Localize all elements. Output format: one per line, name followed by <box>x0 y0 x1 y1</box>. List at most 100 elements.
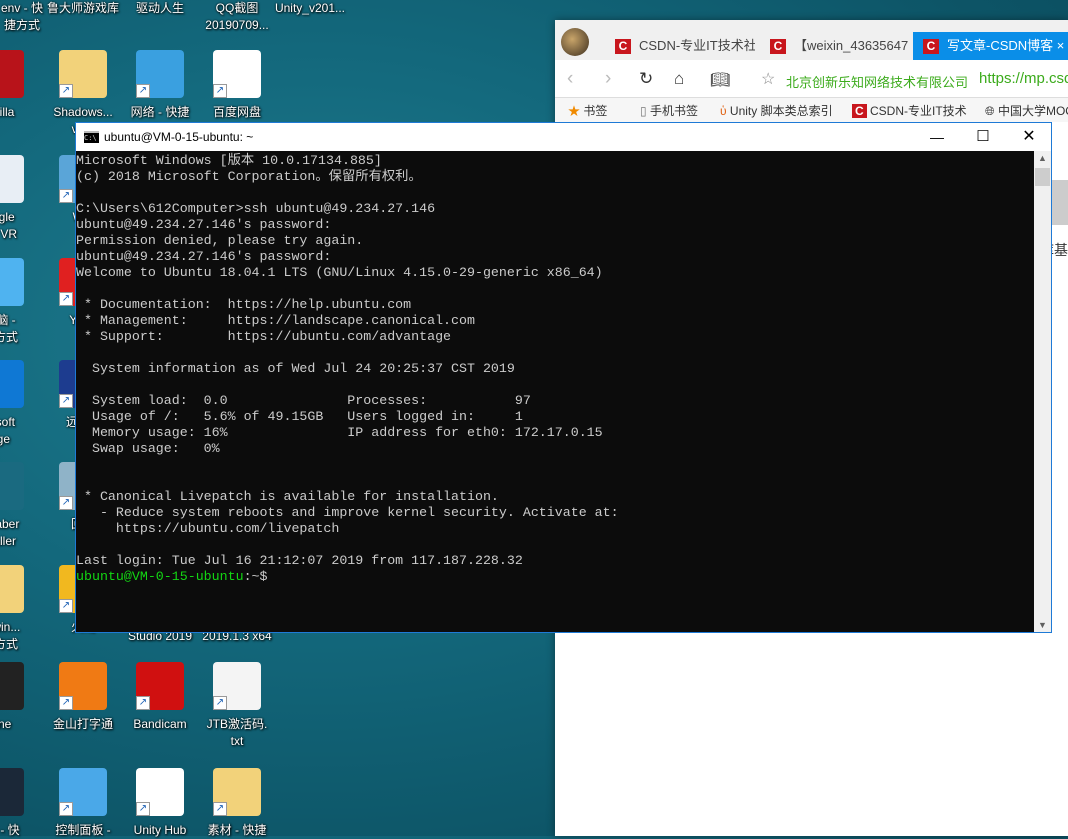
shortcut-arrow-icon: ↗ <box>59 84 73 98</box>
phone-icon: ▯ <box>640 104 647 118</box>
desktop-icon[interactable]: ↗ Bandicam <box>122 662 198 733</box>
folder-icon: ↗ <box>59 50 107 98</box>
bookmark-unity[interactable]: ὑ Unity 脚本类总索引 <box>720 102 833 119</box>
bookmark-folder[interactable]: ★ 书签 <box>568 102 607 119</box>
shortcut-arrow-icon: ↗ <box>59 496 73 510</box>
edge-icon <box>0 360 24 408</box>
tab-label: CSDN-专业IT技术社 <box>639 38 755 53</box>
desktop-icon[interactable]: ekwin... 捷方式 <box>0 565 38 653</box>
terminal-line: Last login: Tue Jul 16 21:12:07 2019 fro… <box>76 553 523 568</box>
desktop-icon-label: am - 快 <box>0 823 20 837</box>
bookmarks-bar: ★ 书签 ▯ 手机书签 ὑ Unity 脚本类总索引 C CSDN-专业IT技术… <box>555 98 1068 122</box>
desktop-icon-label[interactable]: QQ截图 20190709... <box>199 0 275 34</box>
cmd-icon: C:\ <box>84 131 99 143</box>
terminal-line: ubuntu@49.234.27.146's password: <box>76 249 332 264</box>
desktop-icon[interactable]: rosoft dge <box>0 360 38 448</box>
terminal-output[interactable]: Microsoft Windows [版本 10.0.17134.885] (c)… <box>76 151 1035 632</box>
filezilla-icon <box>0 50 24 98</box>
tab-close-button[interactable]: × <box>1057 38 1065 53</box>
page-side-panel <box>1052 180 1068 225</box>
terminal-line: System information as of Wed Jul 24 20:2… <box>76 361 515 376</box>
desktop-icon[interactable]: ↗ 网络 - 快捷 <box>122 50 198 121</box>
desktop-icon[interactable]: oogle rth VR <box>0 155 38 243</box>
user-avatar[interactable] <box>561 28 589 56</box>
control-panel-icon: ↗ <box>59 768 107 816</box>
reader-icon[interactable]: 📖︎ <box>710 70 730 90</box>
tab-csdn-home[interactable]: C CSDN-专业IT技术社 <box>605 32 755 60</box>
desktop-icon[interactable]: ↗ 控制面板 - <box>45 768 121 839</box>
baidu-netdisk-icon: ↗ <box>213 50 261 98</box>
forward-icon[interactable]: › <box>605 68 611 90</box>
desktop-icon-label[interactable]: Unity_v201... <box>272 0 348 17</box>
terminal-line: Memory usage: 16% IP address for eth0: 1… <box>76 425 603 440</box>
shortcut-arrow-icon: ↗ <box>136 696 150 710</box>
terminal-line: Microsoft Windows [版本 10.0.17134.885] <box>76 153 382 168</box>
terminal-window[interactable]: C:\ ubuntu@VM-0-15-ubuntu: ~ — ☐ ✕ Micro… <box>75 122 1052 633</box>
favorite-star-icon[interactable]: ☆ <box>761 69 775 89</box>
desktop-icon-label: 金山打字通 <box>52 717 113 731</box>
minimize-button[interactable]: — <box>914 123 960 151</box>
terminal-line: System load: 0.0 Processes: 97 <box>76 393 531 408</box>
desktop-icon-label[interactable]: 鲁大师游戏库 <box>45 0 121 17</box>
desktop-icon[interactable]: ↗ 素材 - 快捷 <box>199 768 275 839</box>
desktop-icon-label: rosoft dge <box>0 415 15 446</box>
desktop-icon-label: 控制面板 - <box>55 823 111 837</box>
desktop-icon[interactable]: 电脑 - 捷方式 <box>0 258 38 346</box>
globe-icon: 🌐︎ <box>985 104 995 118</box>
tab-write-article[interactable]: C 写文章-CSDN博客 × <box>913 32 1068 60</box>
prompt-suffix: :~$ <box>243 569 276 584</box>
desktop-icon-label: pine <box>0 717 12 731</box>
desktop-icon[interactable]: ↗ 金山打字通 <box>45 662 121 733</box>
csdn-icon: C <box>923 39 939 54</box>
desktop-icon[interactable]: am - 快 <box>0 768 38 839</box>
desktop-icon-label: dSaber staller <box>0 517 20 548</box>
bookmark-mooc[interactable]: 🌐︎ 中国大学MOOC <box>985 102 1068 119</box>
scrollbar-thumb[interactable] <box>1035 168 1050 186</box>
terminal-line: * Documentation: https://help.ubuntu.com <box>76 297 412 312</box>
terminal-line: Swap usage: 0% <box>76 441 220 456</box>
desktop-icon[interactable]: ↗ JTB激活码. txt <box>199 662 275 750</box>
spine-icon <box>0 662 24 710</box>
desktop-icon[interactable]: pine <box>0 662 38 733</box>
bookmark-csdn[interactable]: C CSDN-专业IT技术 <box>852 102 967 119</box>
terminal-prompt[interactable]: ubuntu@VM-0-15-ubuntu:~$ <box>76 569 1035 585</box>
terminal-title-bar[interactable]: C:\ ubuntu@VM-0-15-ubuntu: ~ — ☐ ✕ <box>76 123 1051 151</box>
shortcut-arrow-icon: ↗ <box>59 292 73 306</box>
desktop-icon-label[interactable]: 驱动人生 <box>122 0 198 17</box>
terminal-line: Permission denied, please try again. <box>76 233 364 248</box>
desktop-icon-label: 百度网盘 <box>212 105 261 119</box>
bookmark-mobile[interactable]: ▯ 手机书签 <box>640 102 698 119</box>
back-icon[interactable]: ‹ <box>567 68 573 90</box>
tab-label: 【weixin_43635647 <box>794 38 908 53</box>
terminal-line: Welcome to Ubuntu 18.04.1 LTS (GNU/Linux… <box>76 265 603 280</box>
tab-weixin[interactable]: C 【weixin_43635647 <box>760 32 908 60</box>
terminal-line: https://ubuntu.com/livepatch <box>76 521 340 536</box>
desktop-icon-label: ekwin... 捷方式 <box>0 620 21 651</box>
refresh-icon[interactable]: ↻ <box>639 69 653 89</box>
desktop-icon[interactable]: eZilla <box>0 50 38 121</box>
url-field[interactable]: https://mp.csdn <box>979 70 1068 87</box>
network-icon: ↗ <box>136 50 184 98</box>
desktop-icon[interactable]: ↗ Unity Hub <box>122 768 198 839</box>
shortcut-arrow-icon: ↗ <box>59 394 73 408</box>
shortcut-arrow-icon: ↗ <box>136 84 150 98</box>
desktop-icon[interactable]: dSaber staller <box>0 462 38 550</box>
desktop-icon[interactable]: ↗ 百度网盘 <box>199 50 275 121</box>
scroll-up-icon[interactable]: ▲ <box>1034 153 1051 163</box>
prompt-user-host: ubuntu@VM-0-15-ubuntu <box>76 569 244 584</box>
computer-icon <box>0 258 24 306</box>
close-button[interactable]: ✕ <box>1006 123 1052 151</box>
scroll-down-icon[interactable]: ▼ <box>1034 620 1051 630</box>
maximize-button[interactable]: ☐ <box>960 123 1006 151</box>
terminal-scrollbar[interactable]: ▲ ▼ <box>1034 151 1051 632</box>
text-file-icon: ↗ <box>213 662 261 710</box>
home-icon[interactable]: ⌂ <box>674 69 684 89</box>
terminal-line: - Reduce system reboots and improve kern… <box>76 505 619 520</box>
shortcut-arrow-icon: ↗ <box>213 696 227 710</box>
